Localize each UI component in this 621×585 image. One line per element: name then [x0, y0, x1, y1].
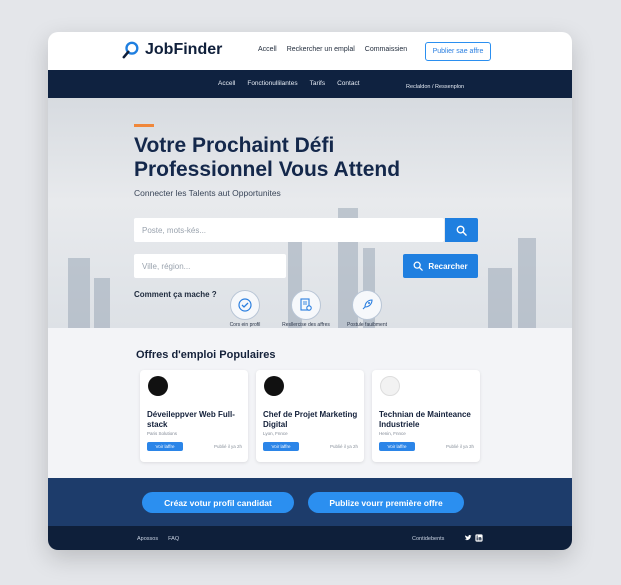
- job-card[interactable]: Chef de Projet Marketing Digital Lyon, F…: [256, 370, 364, 462]
- footer-about-link[interactable]: Apossos: [137, 536, 158, 542]
- top-nav-home[interactable]: Accell: [258, 46, 277, 53]
- city-building: [518, 238, 536, 328]
- view-offer-button[interactable]: Voir laffre: [147, 442, 183, 451]
- job-location: Lyon, Fnnce: [263, 431, 288, 436]
- nav-home[interactable]: Accell: [218, 80, 235, 87]
- publish-offer-button[interactable]: Publier sae affre: [425, 42, 491, 61]
- company-logo: [264, 376, 284, 396]
- nav-pricing[interactable]: Tarifs: [310, 80, 326, 87]
- hero-subtitle: Connecter les Talents aut Opportunites: [134, 188, 281, 198]
- popular-offers-section: Offres d'emploi Populaires Déveileppver …: [48, 328, 572, 478]
- accent-bar: [134, 124, 154, 127]
- cta-banner: Créaz votur profil candidat Publize vour…: [48, 478, 572, 526]
- search-icon: [413, 261, 424, 271]
- twitter-icon[interactable]: [464, 534, 472, 542]
- job-location: Henin, Fnnce: [379, 431, 406, 436]
- footer-faq-link[interactable]: FAQ: [168, 536, 179, 542]
- footer-privacy-link[interactable]: Contidebents: [412, 536, 444, 542]
- job-title: Technian de Mainteance Industriele: [379, 410, 471, 429]
- city-building: [68, 258, 90, 328]
- step-create-profile[interactable]: Cors ein profil: [210, 290, 280, 328]
- job-date: Publié il ya 2h: [213, 444, 242, 449]
- linkedin-icon[interactable]: [475, 534, 483, 542]
- city-building: [488, 268, 512, 328]
- top-nav: Accell Reckercher un emplal Commaissien: [258, 46, 407, 53]
- city-building: [94, 278, 110, 328]
- nav-contact[interactable]: Contact: [337, 80, 359, 87]
- document-search-icon: [300, 298, 312, 311]
- footer: Apossos FAQ Contidebents: [48, 526, 572, 550]
- job-location: Paris Solutions: [147, 431, 178, 436]
- job-title: Chef de Projet Marketing Digital: [263, 410, 358, 429]
- brand-logo[interactable]: JobFinder: [122, 41, 222, 59]
- nav-features[interactable]: Fonctionullilantes: [247, 80, 297, 87]
- job-search-input[interactable]: Poste, mots-kés...: [134, 218, 444, 242]
- job-date: Publié il ya 3h: [445, 444, 474, 449]
- logo-icon: [122, 41, 139, 59]
- brand-name: JobFinder: [145, 41, 223, 58]
- top-bar: JobFinder Accell Reckercher un emplal Co…: [48, 32, 572, 70]
- find-jobs-label: Recarcher: [428, 261, 468, 271]
- job-date: Publié il ya 2h: [329, 444, 358, 449]
- hero-section: Votre Prochaint Défi Professionnel Vous …: [48, 98, 572, 328]
- offers-title: Offres d'emploi Populaires: [136, 349, 276, 361]
- rocket-icon: [362, 299, 373, 310]
- check-icon: [238, 298, 252, 312]
- job-title: Déveileppver Web Full-stack: [147, 410, 235, 429]
- top-nav-login[interactable]: Commaissien: [365, 46, 407, 53]
- step-search-offers[interactable]: Resllercise des affres: [271, 290, 341, 328]
- search-icon: [456, 225, 467, 236]
- find-jobs-button[interactable]: Recarcher: [403, 254, 478, 278]
- view-offer-button[interactable]: Voir laffre: [263, 442, 299, 451]
- top-nav-search-job[interactable]: Reckercher un emplal: [287, 46, 355, 53]
- hero-title: Votre Prochaint Défi Professionnel Vous …: [134, 134, 401, 181]
- company-logo: [380, 376, 400, 396]
- step-apply[interactable]: Postule fauibment: [332, 290, 402, 328]
- how-it-works-title: Comment ça mache ?: [134, 290, 217, 299]
- job-card[interactable]: Technian de Mainteance Industriele Henin…: [372, 370, 480, 462]
- company-logo: [148, 376, 168, 396]
- browser-window: JobFinder Accell Reckercher un emplal Co…: [48, 32, 572, 550]
- location-input[interactable]: Ville, région...: [134, 254, 286, 278]
- main-navbar: Accell Fonctionullilantes Tarifs Contact…: [48, 70, 572, 98]
- nav-auth-link[interactable]: Reclaldon / Ressenplon: [406, 84, 464, 90]
- create-candidate-profile-button[interactable]: Créaz votur profil candidat: [142, 492, 294, 513]
- publish-first-offer-button[interactable]: Publize vourr première offre: [308, 492, 464, 513]
- search-button[interactable]: [445, 218, 478, 242]
- job-card[interactable]: Déveileppver Web Full-stack Paris Soluti…: [140, 370, 248, 462]
- view-offer-button[interactable]: Voir laffre: [379, 442, 415, 451]
